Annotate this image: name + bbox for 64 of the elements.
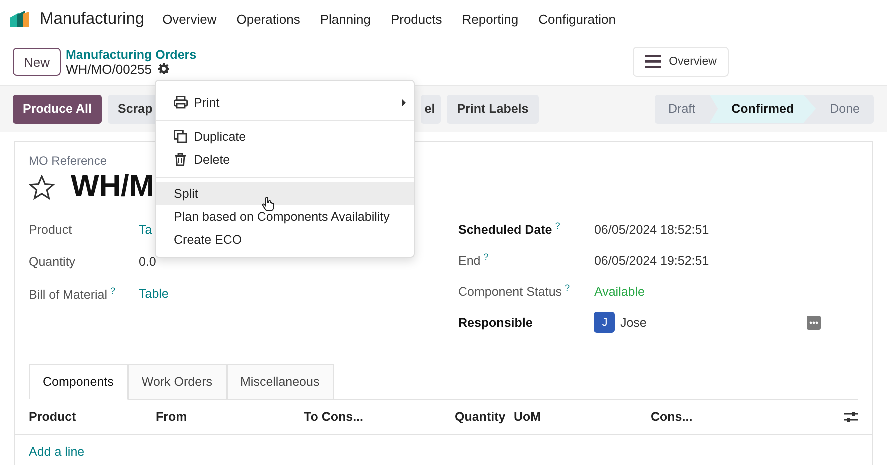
gear-icon: [158, 63, 170, 75]
menu-item[interactable]: Overview: [162, 12, 217, 26]
field-value: 06/05/2024 18:52:51: [594, 222, 710, 236]
field-label: Component Status $^{?}$: [458, 283, 572, 300]
app-name[interactable]: Manufacturing: [40, 10, 145, 28]
settings-sliders-icon: [844, 410, 858, 424]
reference-label: MO Reference: [29, 154, 108, 168]
record-name: WH/MO/00255: [66, 62, 152, 76]
menu-icon: [645, 55, 662, 69]
app-logo-icon: [10, 10, 30, 28]
column-header: To Cons...: [304, 410, 364, 424]
tab[interactable]: Miscellaneous: [226, 364, 334, 399]
field-value: 0.0: [139, 255, 156, 269]
hand-cursor-icon: [262, 197, 275, 212]
overview-button[interactable]: Overview: [633, 47, 729, 77]
help-mark[interactable]: ?: [484, 252, 489, 262]
column-header: Quantity: [455, 410, 506, 424]
field-label: End $^{?}$: [458, 252, 490, 269]
column-header: UoM: [514, 410, 542, 424]
record-title: WH/M: [71, 170, 154, 204]
menu-item[interactable]: Operations: [236, 12, 300, 26]
status-step[interactable]: Draft: [654, 94, 710, 124]
trash-icon: [174, 153, 188, 166]
caret-icon: [402, 98, 406, 106]
field-label: Product: [29, 223, 74, 237]
action-button[interactable]: el: [420, 94, 442, 124]
field-link[interactable]: Ta: [139, 223, 152, 237]
menu-entry[interactable]: Plan based on Components Availability: [156, 205, 414, 228]
copy-icon: [174, 130, 188, 143]
status-step[interactable]: Done: [816, 94, 874, 124]
printer-icon: [174, 96, 188, 109]
field-label: Quantity: [29, 255, 77, 269]
menu-item[interactable]: Products: [390, 12, 442, 26]
tab[interactable]: Work Orders: [128, 364, 226, 399]
more-icon: [807, 316, 821, 330]
column-header: Product: [29, 410, 76, 424]
menu-item[interactable]: Planning: [320, 12, 371, 26]
status-step[interactable]: Confirmed: [710, 94, 816, 124]
column-header: From: [156, 410, 188, 424]
avatar: J: [594, 312, 616, 333]
action-button[interactable]: Produce All: [13, 94, 102, 124]
menu-item[interactable]: Reporting: [462, 12, 519, 26]
star-icon[interactable]: [29, 174, 55, 200]
menu-entry[interactable]: Delete: [156, 148, 414, 171]
help-mark[interactable]: ?: [555, 221, 560, 232]
help-mark[interactable]: ?: [565, 283, 570, 294]
field-value: Available: [594, 284, 645, 298]
column-header: Cons...: [651, 410, 693, 424]
breadcrumb-link[interactable]: Manufacturing Orders: [66, 48, 197, 62]
field-label: Bill of Material $^{?}$: [29, 286, 117, 302]
add-line-link[interactable]: Add a line: [29, 445, 85, 459]
new-button[interactable]: New: [13, 48, 62, 76]
help-mark[interactable]: ?: [110, 286, 116, 296]
menu-item[interactable]: Configuration: [538, 12, 616, 26]
field-label: Responsible: [458, 316, 534, 330]
field-value: 06/05/2024 19:52:51: [594, 254, 710, 268]
field-label: Scheduled Date $^{?}$: [458, 221, 562, 238]
user-name[interactable]: Jose: [620, 316, 647, 330]
action-button[interactable]: Print Labels: [447, 94, 539, 124]
field-link[interactable]: Table: [139, 287, 169, 301]
menu-entry[interactable]: Split: [156, 182, 414, 205]
menu-entry[interactable]: Create ECO: [156, 228, 414, 251]
tab[interactable]: Components: [29, 364, 128, 400]
menu-entry[interactable]: Duplicate: [156, 125, 414, 148]
